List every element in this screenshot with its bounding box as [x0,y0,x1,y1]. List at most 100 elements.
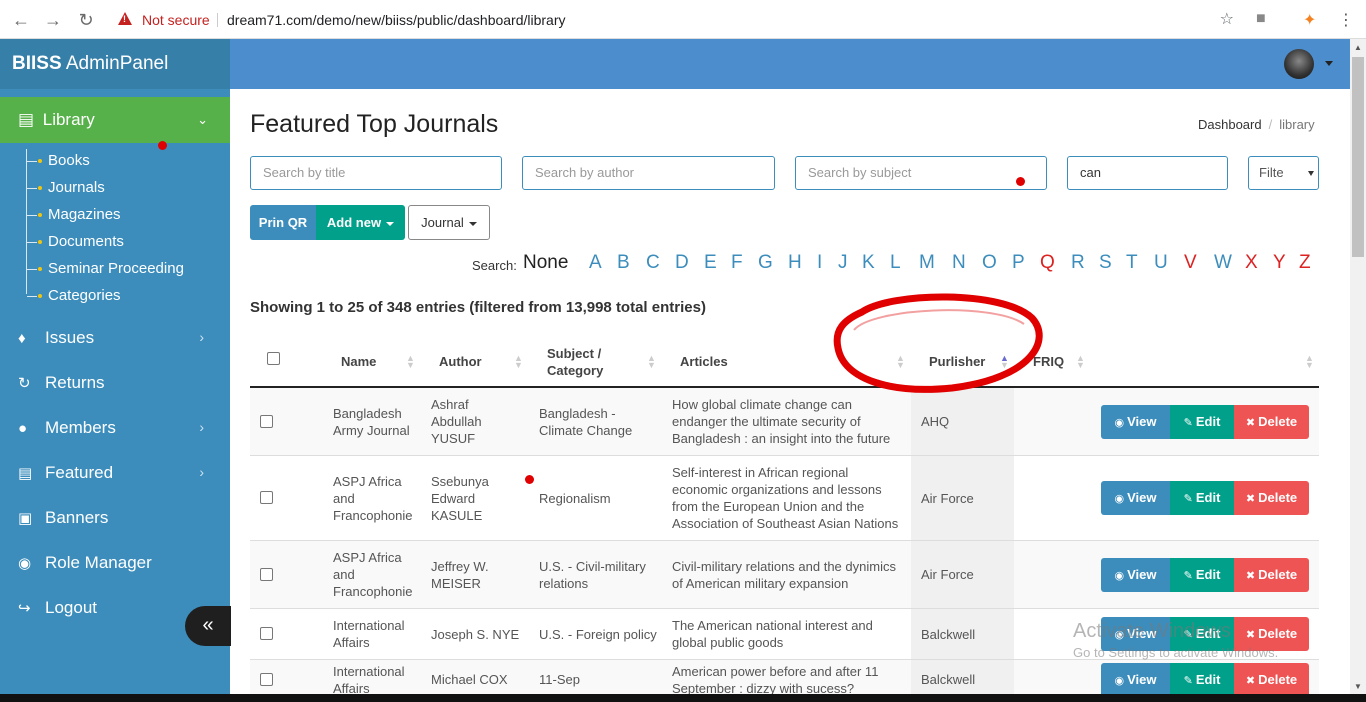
add-new-button[interactable]: Add new [316,205,405,240]
search-keyword-input[interactable]: can [1067,156,1228,190]
view-button[interactable]: ◉ View [1101,481,1170,515]
submenu-categories[interactable]: Categories [0,284,230,311]
scroll-down-icon[interactable]: ▼ [1354,682,1362,691]
submenu-books[interactable]: Books [0,149,230,176]
header-subject[interactable]: Subject / Category [547,345,603,379]
close-icon: ✖ [1245,569,1259,582]
alphabet-letter-w[interactable]: W [1214,252,1232,274]
alphabet-letter-v[interactable]: V [1184,252,1197,274]
alphabet-letter-f[interactable]: F [731,252,743,274]
scroll-up-icon[interactable]: ▲ [1354,43,1362,52]
row-checkbox[interactable] [260,414,273,428]
alphabet-letter-h[interactable]: H [788,252,802,274]
sidebar-item-library[interactable]: ▤ Library ⌄ [0,97,230,143]
scrollbar[interactable]: ▲ ▼ [1350,39,1366,694]
reload-icon[interactable]: ↻ [74,8,98,32]
alphabet-letter-z[interactable]: Z [1299,252,1311,274]
submenu-documents[interactable]: Documents [0,230,230,257]
search-subject-input[interactable]: Search by subject [795,156,1047,190]
row-checkbox[interactable] [260,491,273,504]
sidebar-item-returns[interactable]: ↻ Returns [0,360,230,405]
sort-friq-icon[interactable]: ▲ ▼ [1076,354,1085,370]
delete-button[interactable]: ✖ Delete [1234,662,1309,697]
row-checkbox[interactable] [260,567,273,581]
alphabet-letter-l[interactable]: L [890,252,901,274]
delete-button[interactable]: ✖ Delete [1234,557,1309,592]
header-name[interactable]: Name [341,353,376,370]
edit-button[interactable]: ✎ Edit [1170,557,1234,592]
extension-icon[interactable]: ✦ [1303,10,1316,30]
alphabet-letter-u[interactable]: U [1154,252,1168,274]
sort-author-icon[interactable]: ▲ ▼ [514,354,523,370]
delete-button[interactable]: ✖ Delete [1234,404,1309,439]
submenu-journals[interactable]: Journals [0,176,230,203]
edit-button[interactable]: ✎ Edit [1170,404,1234,439]
caret-down-icon[interactable] [1325,61,1333,66]
chevron-right-icon: › [199,464,204,480]
alphabet-letter-j[interactable]: J [838,252,848,274]
sidebar-item-issues[interactable]: ♦ Issues › [0,315,230,360]
forward-icon[interactable]: → [41,8,65,32]
book-icon: ▤ [18,110,35,129]
alphabet-letter-g[interactable]: G [758,252,773,274]
row-checkbox[interactable] [260,627,273,640]
sort-actions-icon[interactable]: ▲ ▼ [1305,354,1314,370]
alphabet-letter-y[interactable]: Y [1273,252,1286,274]
row-checkbox[interactable] [260,672,273,686]
cell-article: The American national interest and global… [672,618,873,650]
breadcrumb-dashboard[interactable]: Dashboard [1198,117,1262,132]
view-button[interactable]: ◉ View [1101,662,1170,697]
header-articles[interactable]: Articles [680,353,728,370]
alphabet-letter-b[interactable]: B [617,252,630,274]
sidebar-item-members[interactable]: ● Members › [0,405,230,450]
alphabet-letter-o[interactable]: O [982,252,997,274]
cell-name: International Affairs [333,663,405,696]
delete-button[interactable]: ✖ Delete [1234,481,1309,515]
alphabet-letter-i[interactable]: I [817,252,822,274]
search-author-input[interactable]: Search by author [522,156,775,190]
scroll-thumb[interactable] [1352,57,1364,257]
address-bar[interactable]: Not secure dream71.com/demo/new/biiss/pu… [108,6,1240,34]
alphabet-letter-d[interactable]: D [675,252,689,274]
sidebar-item-role-manager[interactable]: ◉ Role Manager [0,540,230,585]
alphabet-letter-x[interactable]: X [1245,252,1258,274]
submenu-seminar-proceeding[interactable]: Seminar Proceeding [0,257,230,284]
back-icon[interactable]: ← [9,8,33,32]
sort-name-icon[interactable]: ▲ ▼ [406,354,415,370]
header-author[interactable]: Author [439,353,482,370]
cell-subject: U.S. - Civil-military relations [539,558,646,591]
alphabet-letter-a[interactable]: A [589,252,602,274]
alphabet-letter-e[interactable]: E [704,252,717,274]
brand-logo[interactable]: BIISS AdminPanel [0,39,230,89]
alphabet-letter-k[interactable]: K [862,252,875,274]
alphabet-letter-n[interactable]: N [952,252,966,274]
select-arrow-icon [1308,171,1314,176]
sidebar-item-banners[interactable]: ▣ Banners [0,495,230,540]
select-all-checkbox[interactable] [267,352,280,365]
alphabet-letter-s[interactable]: S [1099,252,1112,274]
search-title-input[interactable]: Search by title [250,156,502,190]
journal-dropdown-button[interactable]: Journal [408,205,490,240]
menu-kebab-icon[interactable]: ⋮ [1338,10,1354,30]
print-qr-button[interactable]: Prin QR [250,205,316,240]
sidebar-item-featured[interactable]: ▤ Featured › [0,450,230,495]
bookmark-star-icon[interactable]: ☆ [1220,6,1234,34]
alphabet-letter-c[interactable]: C [646,252,660,274]
alphabet-letter-q[interactable]: Q [1040,252,1055,274]
collapse-sidebar-button[interactable]: « [185,606,231,646]
filter-select[interactable]: Filte [1248,156,1319,190]
sort-subject-icon[interactable]: ▲ ▼ [647,354,656,370]
alphabet-none[interactable]: None [523,252,568,274]
alphabet-letter-m[interactable]: M [919,252,935,274]
view-button[interactable]: ◉ View [1101,557,1170,592]
alphabet-letter-p[interactable]: P [1012,252,1025,274]
camera-icon[interactable]: ■ [1256,10,1266,28]
edit-button[interactable]: ✎ Edit [1170,481,1234,515]
avatar[interactable] [1284,49,1314,79]
cell-publisher: AHQ [921,414,950,429]
alphabet-letter-r[interactable]: R [1071,252,1085,274]
submenu-magazines[interactable]: Magazines [0,203,230,230]
view-button[interactable]: ◉ View [1101,404,1170,439]
alphabet-letter-t[interactable]: T [1126,252,1138,274]
edit-button[interactable]: ✎ Edit [1170,662,1234,697]
